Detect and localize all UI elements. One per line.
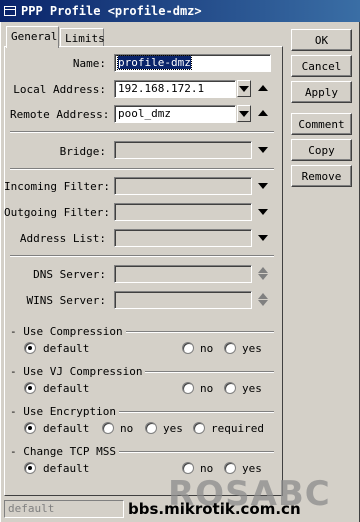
address-list-dropdown-arrow[interactable] [258,235,268,241]
use-encryption-no-radio[interactable] [102,422,114,434]
dns-server-label: DNS Server: [33,268,106,281]
address-list-select[interactable] [114,229,252,247]
use-compression-default-radio[interactable] [24,342,36,354]
ok-button[interactable]: OK [291,29,352,51]
outgoing-filter-select[interactable] [114,203,252,221]
dns-server-spinner[interactable] [258,267,268,280]
change-tcp-mss-default-radio[interactable] [24,462,36,474]
chevron-down-icon [258,183,268,189]
remote-address-input[interactable]: pool_dmz [114,105,236,123]
chevron-down-icon [258,147,268,153]
tab-limits[interactable]: Limits [60,28,105,48]
use-compression-yes-label: yes [242,342,262,355]
use-vj-compression-yes-radio[interactable] [224,382,236,394]
address-list-label: Address List: [19,232,106,245]
wins-server-label: WINS Server: [26,294,106,307]
triangle-up-icon [258,85,268,91]
change-tcp-mss-default-label: default [43,462,90,475]
apply-button[interactable]: Apply [291,81,352,103]
status-bar: default [4,500,124,518]
bridge-select[interactable] [114,141,252,159]
window-icon [4,6,16,16]
bridge-dropdown-arrow[interactable] [258,147,268,153]
use-encryption-yes-label: yes [163,422,183,435]
use-encryption-no-label: no [120,422,134,435]
local-address-label: Local Address: [13,83,106,96]
window-title: PPP Profile <profile-dmz> [21,4,202,18]
incoming-filter-select[interactable] [114,177,252,195]
chevron-down-icon [258,209,268,215]
use-vj-compression-no-radio[interactable] [182,382,194,394]
bridge-label: Bridge: [59,145,106,158]
use-encryption-required-radio[interactable] [193,422,205,434]
use-encryption-default-radio[interactable] [24,422,36,434]
change-tcp-mss-no-radio[interactable] [182,462,194,474]
dns-server-input[interactable] [114,265,252,283]
use-compression-no-radio[interactable] [182,342,194,354]
title-bar: PPP Profile <profile-dmz> [0,0,360,22]
use-compression-no-label: no [200,342,214,355]
remote-address-add-button[interactable] [258,110,268,116]
wins-server-spinner[interactable] [258,293,268,306]
change-tcp-mss-heading: - Change TCP MSS [10,445,119,458]
separator [10,255,274,257]
use-vj-compression-yes-label: yes [242,382,262,395]
use-vj-compression-no-label: no [200,382,214,395]
watermark-site: bbs.mikrotik.com.cn [128,500,301,518]
chevron-down-icon [258,235,268,241]
chevron-down-icon [239,85,249,92]
local-address-input[interactable]: 192.168.172.1 [114,80,236,98]
triangle-down-icon [258,300,268,306]
remote-address-label: Remote Address: [10,108,110,121]
triangle-up-icon [258,293,268,299]
use-compression-yes-radio[interactable] [224,342,236,354]
comment-button[interactable]: Comment [291,113,352,135]
chevron-down-icon [239,110,249,117]
outgoing-filter-label: Outgoing Filter: [4,206,110,219]
cancel-button[interactable]: Cancel [291,55,352,77]
separator [10,168,274,170]
use-compression-default-label: default [43,342,90,355]
use-vj-compression-default-label: default [43,382,90,395]
remote-address-dropdown-button[interactable] [237,105,251,122]
local-address-dropdown-button[interactable] [237,80,251,97]
triangle-up-icon [258,267,268,273]
incoming-filter-dropdown-arrow[interactable] [258,183,268,189]
name-input[interactable]: profile-dmz [114,54,271,72]
wins-server-input[interactable] [114,291,252,309]
local-address-add-button[interactable] [258,85,268,91]
use-encryption-heading: - Use Encryption [10,405,119,418]
triangle-down-icon [258,274,268,280]
use-vj-compression-default-radio[interactable] [24,382,36,394]
incoming-filter-label: Incoming Filter: [4,180,110,193]
use-encryption-default-label: default [43,422,90,435]
change-tcp-mss-yes-radio[interactable] [224,462,236,474]
triangle-up-icon [258,110,268,116]
use-encryption-required-label: required [211,422,264,435]
name-label: Name: [72,57,106,70]
outgoing-filter-dropdown-arrow[interactable] [258,209,268,215]
separator [10,131,274,133]
use-encryption-yes-radio[interactable] [145,422,157,434]
remove-button[interactable]: Remove [291,165,352,187]
use-compression-heading: - Use Compression [10,325,126,338]
tab-general[interactable]: General [6,26,59,48]
copy-button[interactable]: Copy [291,139,352,161]
use-vj-compression-heading: - Use VJ Compression [10,365,146,378]
